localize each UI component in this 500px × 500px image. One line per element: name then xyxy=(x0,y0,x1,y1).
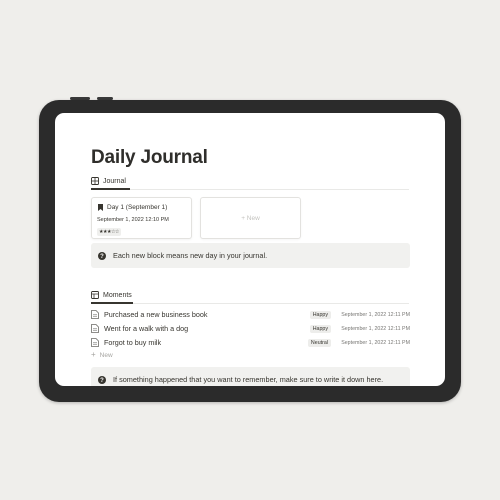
document-icon xyxy=(91,324,99,333)
table-row[interactable]: Forgot to buy milk Neutral September 1, … xyxy=(91,336,410,349)
row-date: September 1, 2022 12:11 PM xyxy=(341,339,410,346)
tab-moments-label: Moments xyxy=(103,291,132,299)
row-name: Purchased a new business book xyxy=(104,310,208,319)
row-name: Went for a walk with a dog xyxy=(104,324,189,333)
question-circle-icon: ? xyxy=(98,375,106,384)
callout-moments-tip: ? If something happened that you want to… xyxy=(91,367,410,386)
svg-text:?: ? xyxy=(100,378,104,384)
card-title-text: Day 1 (September 1) xyxy=(107,204,168,211)
card-date: September 1, 2022 12:10 PM xyxy=(97,217,169,223)
new-row-label: New xyxy=(99,351,113,359)
callout-text: If something happened that you want to r… xyxy=(113,375,384,384)
card-title: Day 1 (September 1) xyxy=(98,204,167,211)
tab-journal[interactable]: Journal xyxy=(91,174,126,188)
new-card-label: + New xyxy=(241,215,260,222)
svg-text:?: ? xyxy=(100,254,104,260)
active-tab-indicator xyxy=(91,188,130,190)
question-circle-icon: ? xyxy=(98,251,106,260)
page-title: Daily Journal xyxy=(91,147,208,168)
card-rating: ★★★☆☆ xyxy=(97,228,121,236)
gallery-icon xyxy=(91,177,99,185)
bookmark-icon xyxy=(98,204,103,211)
table-icon xyxy=(91,291,99,299)
document-icon xyxy=(91,338,99,347)
table-row[interactable]: Purchased a new business book Happy Sept… xyxy=(91,308,410,321)
tab-journal-label: Journal xyxy=(103,177,126,185)
new-row-button[interactable]: + New xyxy=(91,351,113,359)
tab-moments[interactable]: Moments xyxy=(91,288,132,302)
row-name: Forgot to buy milk xyxy=(104,338,162,347)
active-tab-indicator xyxy=(91,302,133,304)
mood-tag: Happy xyxy=(309,324,331,333)
divider xyxy=(91,189,409,190)
document-icon xyxy=(91,310,99,319)
new-card-button[interactable]: + New xyxy=(200,197,301,239)
table-row[interactable]: Went for a walk with a dog Happy Septemb… xyxy=(91,322,410,335)
mood-tag: Neutral xyxy=(307,338,331,347)
tablet-screen: Daily Journal Journal Day 1 (September 1… xyxy=(55,113,445,386)
row-date: September 1, 2022 12:11 PM xyxy=(341,325,410,332)
mood-tag: Happy xyxy=(309,310,331,319)
divider xyxy=(91,303,409,304)
callout-journal-tip: ? Each new block means new day in your j… xyxy=(91,243,410,268)
journal-card[interactable]: Day 1 (September 1) September 1, 2022 12… xyxy=(91,197,192,239)
row-date: September 1, 2022 12:11 PM xyxy=(341,311,410,318)
plus-icon: + xyxy=(91,350,96,359)
callout-text: Each new block means new day in your jou… xyxy=(113,251,268,260)
